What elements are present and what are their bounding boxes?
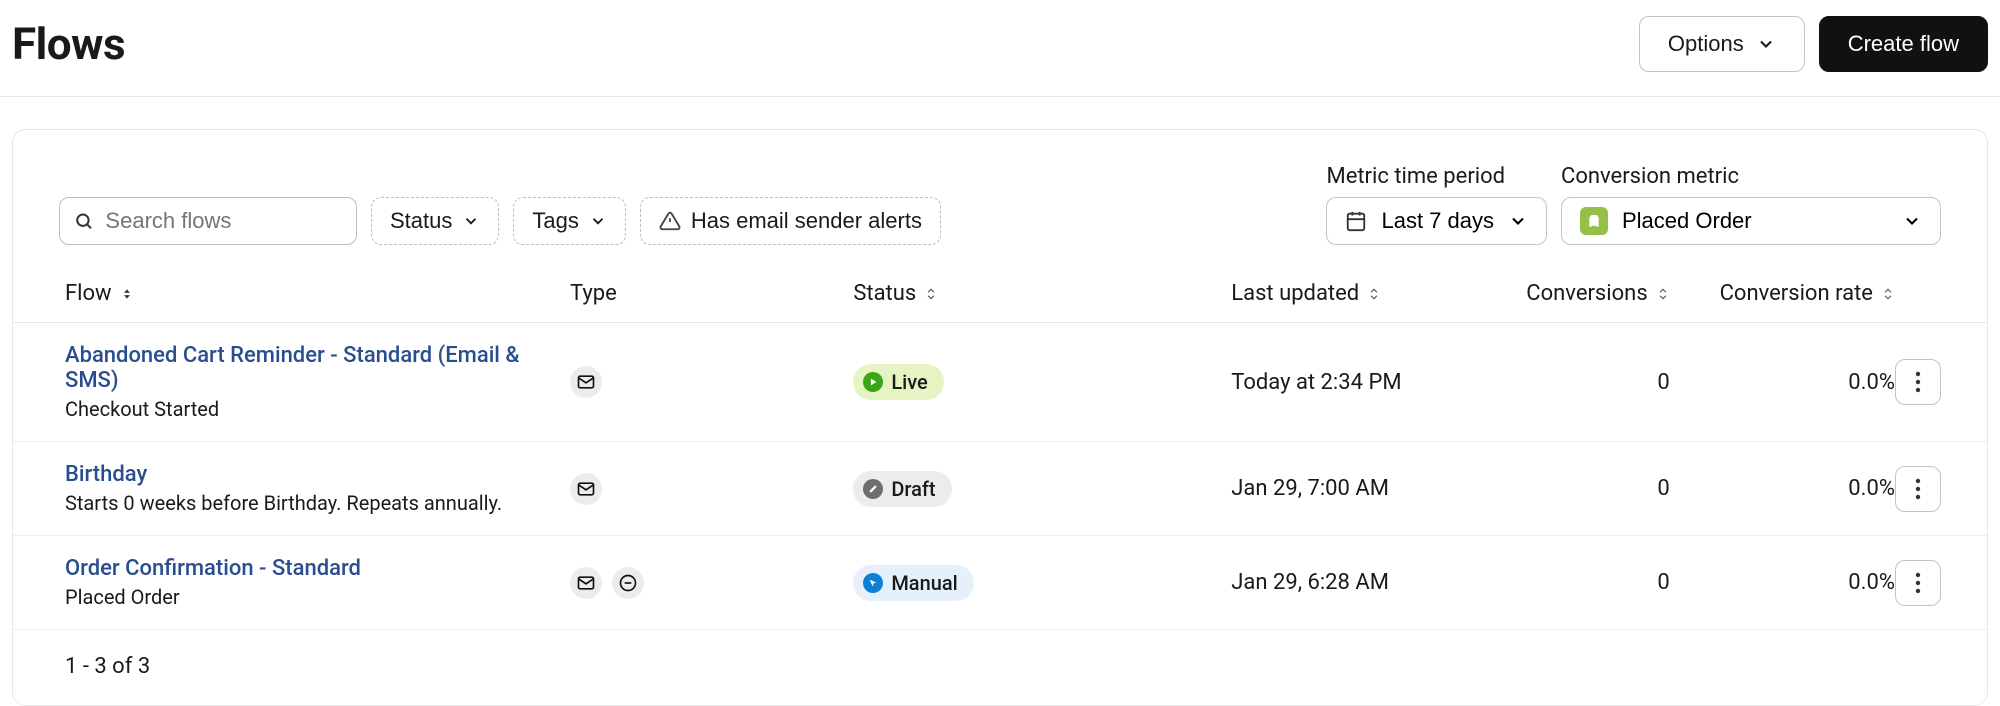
more-vertical-icon <box>1915 478 1921 500</box>
col-updated-header[interactable]: Last updated <box>1231 281 1480 323</box>
email-icon <box>570 473 602 505</box>
status-label: Manual <box>891 571 957 595</box>
conversion-metric-group: Conversion metric Placed Order <box>1561 164 1941 245</box>
metric-time-value: Last 7 days <box>1381 208 1494 234</box>
play-icon <box>863 372 883 392</box>
flow-name-link[interactable]: Order Confirmation - Standard <box>65 556 570 581</box>
filters-row: Status Tags Has email sender alerts Metr… <box>13 164 1987 245</box>
col-rate-header[interactable]: Conversion rate <box>1670 281 1895 323</box>
status-badge: Draft <box>853 471 951 507</box>
filters-left: Status Tags Has email sender alerts <box>59 197 941 245</box>
col-flow-label: Flow <box>65 281 112 306</box>
type-icons <box>570 567 853 599</box>
col-type-header: Type <box>570 281 853 323</box>
status-label: Draft <box>891 477 935 501</box>
email-icon <box>570 366 602 398</box>
more-vertical-icon <box>1915 572 1921 594</box>
search-input[interactable] <box>105 208 342 234</box>
metric-time-label: Metric time period <box>1326 164 1547 189</box>
conversions-cell: 0 <box>1480 536 1670 630</box>
col-updated-label: Last updated <box>1231 281 1359 306</box>
rate-cell: 0.0% <box>1670 536 1895 630</box>
cursor-icon <box>863 573 883 593</box>
status-badge: Manual <box>853 565 973 601</box>
sort-icon <box>924 285 938 303</box>
filters-right: Metric time period Last 7 days Conversio… <box>1326 164 1941 245</box>
table-wrap: Flow Type Status <box>13 281 1987 630</box>
sort-icon <box>1367 285 1381 303</box>
page-header: Flows Options Create flow <box>0 0 2000 97</box>
table-row: Order Confirmation - Standard Placed Ord… <box>13 536 1987 630</box>
tags-filter[interactable]: Tags <box>513 197 625 245</box>
row-more-button[interactable] <box>1895 359 1941 405</box>
updated-cell: Jan 29, 6:28 AM <box>1231 536 1480 630</box>
row-more-button[interactable] <box>1895 466 1941 512</box>
sort-icon <box>1881 285 1895 303</box>
header-actions: Options Create flow <box>1639 16 1988 72</box>
metric-time-select[interactable]: Last 7 days <box>1326 197 1547 245</box>
options-label: Options <box>1668 31 1744 57</box>
rate-cell: 0.0% <box>1670 442 1895 536</box>
conversion-metric-select[interactable]: Placed Order <box>1561 197 1941 245</box>
updated-cell: Today at 2:34 PM <box>1231 323 1480 442</box>
sms-icon <box>612 567 644 599</box>
shopify-icon <box>1580 207 1608 235</box>
chevron-down-icon <box>1902 211 1922 231</box>
create-flow-label: Create flow <box>1848 31 1959 57</box>
sort-icon <box>120 285 134 303</box>
col-type-label: Type <box>570 281 617 306</box>
table-row: Birthday Starts 0 weeks before Birthday.… <box>13 442 1987 536</box>
col-rate-label: Conversion rate <box>1720 281 1873 306</box>
flows-table: Flow Type Status <box>13 281 1987 630</box>
flow-trigger-text: Placed Order <box>65 585 570 609</box>
more-vertical-icon <box>1915 371 1921 393</box>
edit-icon <box>863 479 883 499</box>
conversions-cell: 0 <box>1480 442 1670 536</box>
email-icon <box>570 567 602 599</box>
type-icons <box>570 366 853 398</box>
row-more-button[interactable] <box>1895 560 1941 606</box>
updated-cell: Jan 29, 7:00 AM <box>1231 442 1480 536</box>
status-badge: Live <box>853 364 943 400</box>
col-status-label: Status <box>853 281 916 306</box>
col-actions-header <box>1895 281 1987 323</box>
alert-triangle-icon <box>659 210 681 232</box>
col-conversions-header[interactable]: Conversions <box>1480 281 1670 323</box>
flow-trigger-text: Starts 0 weeks before Birthday. Repeats … <box>65 491 570 515</box>
status-label: Live <box>891 370 927 394</box>
alerts-filter-label: Has email sender alerts <box>691 208 922 234</box>
search-box[interactable] <box>59 197 357 245</box>
flows-card: Status Tags Has email sender alerts Metr… <box>12 129 1988 706</box>
flow-trigger-text: Checkout Started <box>65 397 570 421</box>
calendar-icon <box>1345 210 1367 232</box>
pagination-text: 1 - 3 of 3 <box>13 630 1987 685</box>
status-filter[interactable]: Status <box>371 197 499 245</box>
metric-time-group: Metric time period Last 7 days <box>1326 164 1547 245</box>
rate-cell: 0.0% <box>1670 323 1895 442</box>
tags-filter-label: Tags <box>532 208 578 234</box>
conversions-cell: 0 <box>1480 323 1670 442</box>
status-filter-label: Status <box>390 208 452 234</box>
conversion-metric-value: Placed Order <box>1622 208 1752 234</box>
chevron-down-icon <box>1756 34 1776 54</box>
chevron-down-icon <box>589 212 607 230</box>
chevron-down-icon <box>1508 211 1528 231</box>
conversion-metric-label: Conversion metric <box>1561 164 1941 189</box>
table-row: Abandoned Cart Reminder - Standard (Emai… <box>13 323 1987 442</box>
search-icon <box>74 210 93 232</box>
chevron-down-icon <box>462 212 480 230</box>
create-flow-button[interactable]: Create flow <box>1819 16 1988 72</box>
page-title: Flows <box>12 18 125 70</box>
type-icons <box>570 473 853 505</box>
sort-icon <box>1656 285 1670 303</box>
flow-name-link[interactable]: Birthday <box>65 462 570 487</box>
flow-name-link[interactable]: Abandoned Cart Reminder - Standard (Emai… <box>65 343 570 393</box>
col-status-header[interactable]: Status <box>853 281 1231 323</box>
col-flow-header[interactable]: Flow <box>13 281 570 323</box>
options-button[interactable]: Options <box>1639 16 1805 72</box>
alerts-filter[interactable]: Has email sender alerts <box>640 197 941 245</box>
col-conv-label: Conversions <box>1526 281 1647 306</box>
